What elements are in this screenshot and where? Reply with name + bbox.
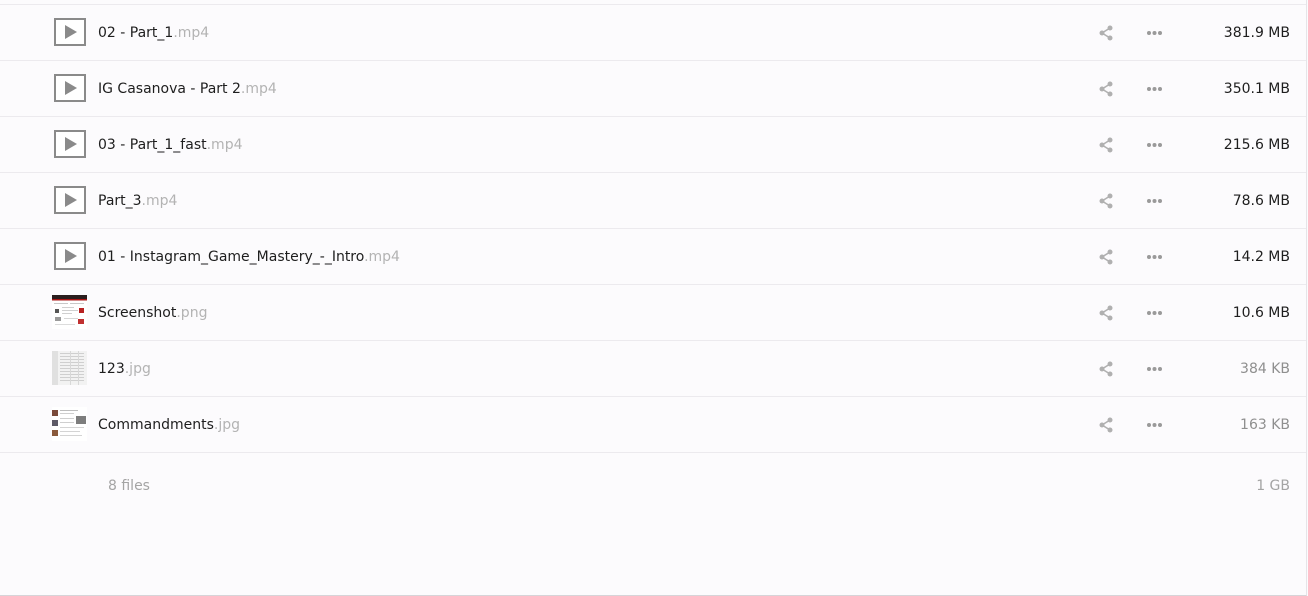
more-icon[interactable] — [1146, 305, 1163, 321]
file-name[interactable]: 02 - Part_1.mp4 — [98, 24, 209, 42]
file-size: 14.2 MB — [1232, 249, 1290, 265]
play-icon — [65, 193, 77, 207]
file-row[interactable]: 01 - Instagram_Game_Mastery_-_Intro.mp4 … — [0, 229, 1306, 285]
file-base-name: 02 - Part_1 — [98, 25, 174, 41]
file-extension: .png — [176, 305, 208, 321]
file-extension: .mp4 — [364, 249, 400, 265]
file-row[interactable]: 03 - Part_1_fast.mp4 215.6 MB — [0, 117, 1306, 173]
more-icon[interactable] — [1146, 193, 1163, 209]
more-icon[interactable] — [1146, 81, 1163, 97]
file-size: 215.6 MB — [1223, 137, 1290, 153]
file-size: 10.6 MB — [1232, 305, 1290, 321]
file-size: 384 KB — [1240, 361, 1290, 377]
play-icon — [65, 25, 77, 39]
share-icon[interactable] — [1098, 193, 1114, 209]
image-thumbnail — [52, 407, 87, 441]
file-size: 381.9 MB — [1223, 25, 1290, 41]
share-icon[interactable] — [1098, 81, 1114, 97]
video-thumbnail — [54, 18, 86, 46]
file-extension: .mp4 — [206, 137, 243, 153]
file-name[interactable]: 123.jpg — [98, 360, 151, 378]
file-size: 163 KB — [1240, 417, 1290, 433]
total-size: 1 GB — [1256, 478, 1290, 494]
file-row[interactable]: Screenshot.png 10.6 MB — [0, 285, 1306, 341]
play-icon — [65, 81, 77, 95]
file-list: 02 - Part_1.mp4 381.9 MB IG Casanova - P… — [0, 5, 1306, 521]
file-base-name: 03 - Part_1_fast — [98, 137, 207, 153]
file-base-name: Part_3 — [98, 193, 142, 209]
file-size: 350.1 MB — [1223, 81, 1290, 97]
share-icon[interactable] — [1098, 361, 1114, 377]
file-size: 78.6 MB — [1232, 193, 1290, 209]
file-row[interactable]: Commandments.jpg 163 KB — [0, 397, 1306, 453]
file-base-name: Screenshot — [98, 305, 177, 321]
file-row[interactable]: 123.jpg 384 KB — [0, 341, 1306, 397]
more-icon[interactable] — [1146, 137, 1163, 153]
file-name[interactable]: 01 - Instagram_Game_Mastery_-_Intro.mp4 — [98, 248, 400, 266]
file-base-name: 123 — [98, 361, 125, 377]
more-icon[interactable] — [1146, 249, 1163, 265]
file-count: 8 files — [108, 478, 150, 494]
play-icon — [65, 137, 77, 151]
video-thumbnail — [54, 186, 86, 214]
share-icon[interactable] — [1098, 249, 1114, 265]
file-name[interactable]: Commandments.jpg — [98, 416, 240, 434]
file-base-name: 01 - Instagram_Game_Mastery_-_Intro — [98, 249, 365, 265]
share-icon[interactable] — [1098, 137, 1114, 153]
file-row[interactable]: Part_3.mp4 78.6 MB — [0, 173, 1306, 229]
file-extension: .mp4 — [240, 81, 277, 97]
image-thumbnail — [52, 351, 87, 385]
file-summary: 8 files 1 GB — [0, 453, 1306, 521]
file-extension: .jpg — [213, 417, 240, 433]
file-list-panel: 02 - Part_1.mp4 381.9 MB IG Casanova - P… — [0, 0, 1307, 596]
more-icon[interactable] — [1146, 25, 1163, 41]
file-row[interactable]: 02 - Part_1.mp4 381.9 MB — [0, 5, 1306, 61]
file-base-name: IG Casanova - Part 2 — [98, 81, 241, 97]
file-extension: .mp4 — [141, 193, 178, 209]
more-icon[interactable] — [1146, 361, 1163, 377]
share-icon[interactable] — [1098, 305, 1114, 321]
share-icon[interactable] — [1098, 25, 1114, 41]
image-thumbnail — [52, 295, 87, 329]
file-name[interactable]: Screenshot.png — [98, 304, 207, 322]
share-icon[interactable] — [1098, 417, 1114, 433]
file-name[interactable]: IG Casanova - Part 2.mp4 — [98, 80, 277, 98]
file-name[interactable]: Part_3.mp4 — [98, 192, 177, 210]
more-icon[interactable] — [1146, 417, 1163, 433]
video-thumbnail — [54, 242, 86, 270]
file-base-name: Commandments — [98, 417, 214, 433]
file-extension: .jpg — [124, 361, 151, 377]
file-row[interactable]: IG Casanova - Part 2.mp4 350.1 MB — [0, 61, 1306, 117]
file-extension: .mp4 — [173, 25, 210, 41]
file-name[interactable]: 03 - Part_1_fast.mp4 — [98, 136, 243, 154]
play-icon — [65, 249, 77, 263]
video-thumbnail — [54, 74, 86, 102]
video-thumbnail — [54, 130, 86, 158]
